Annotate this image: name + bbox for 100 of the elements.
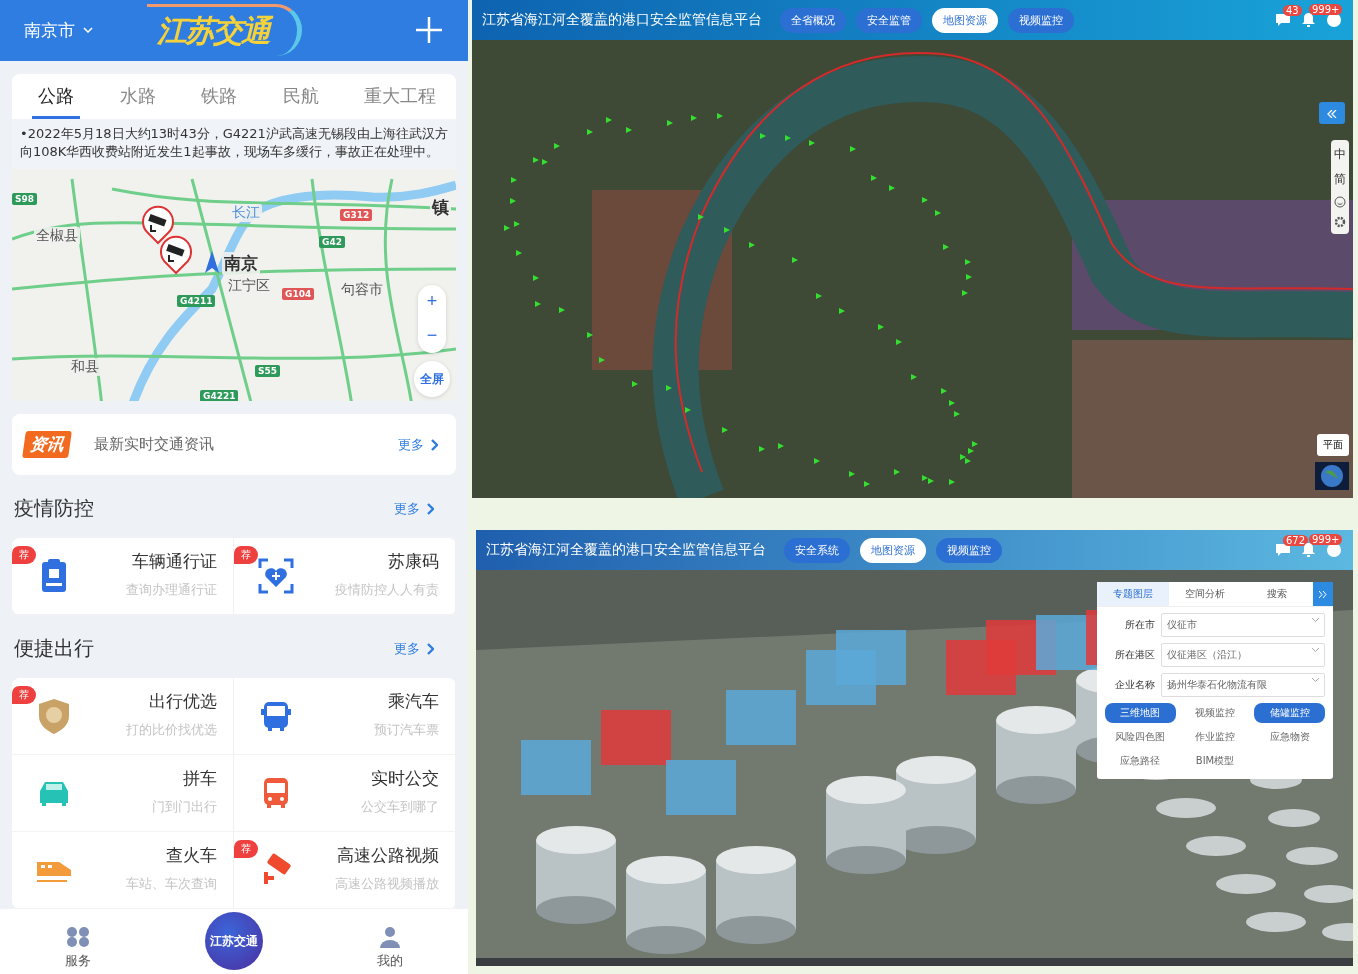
road-shield: G312 (340, 208, 373, 221)
layer-toggle[interactable]: 视频监控 (1179, 703, 1251, 723)
nav-item[interactable]: 服务 (48, 926, 109, 970)
layer-toggle[interactable]: 应急物资 (1254, 727, 1325, 747)
more-link[interactable]: 更多 (398, 435, 438, 454)
nav-button[interactable]: 视频监控 (936, 537, 1002, 563)
map-label: 江宁区 (226, 276, 272, 295)
recommend-badge: 荐 (12, 686, 36, 705)
category-tab[interactable]: 民航 (276, 79, 325, 119)
chevron-right-icon (426, 642, 434, 655)
city-selector[interactable]: 南京市 (24, 18, 93, 42)
layer-toggle[interactable]: 应急路径 (1105, 751, 1176, 771)
panel-tab[interactable]: 专题图层 (1097, 582, 1169, 606)
select-field[interactable]: 仪征市 (1161, 613, 1325, 637)
double-chevron-icon (1327, 109, 1337, 118)
service-title: 实时公交 (371, 767, 439, 791)
heart-scan-icon (256, 556, 296, 597)
road-shield: G4221 (200, 389, 239, 402)
bell-icon[interactable] (1302, 543, 1315, 557)
category-tab[interactable]: 重大工程 (358, 79, 442, 119)
news-title: 最新实时交通资讯 (94, 435, 215, 455)
service-title: 车辆通行证 (132, 550, 217, 574)
collapse-button[interactable] (1313, 582, 1333, 606)
count-badge: 43 (1283, 4, 1302, 16)
news-card[interactable]: 资讯 最新实时交通资讯 更多 (12, 414, 456, 476)
double-chevron-icon (1319, 590, 1327, 598)
chevron-right-icon (430, 438, 438, 451)
grid-icon (66, 926, 91, 948)
toolbar-button[interactable]: 简 (1334, 171, 1346, 188)
select-field[interactable]: 扬州华泰石化物流有限 (1161, 673, 1325, 697)
service-subtitle: 高速公路视频播放 (335, 875, 439, 894)
service-title: 出行优选 (149, 690, 217, 714)
more-link[interactable]: 更多 (394, 639, 434, 658)
chevron-right-icon (426, 502, 434, 515)
user-avatar-icon[interactable] (1327, 13, 1341, 27)
person-icon (378, 926, 401, 948)
service-subtitle: 车站、车次查询 (126, 875, 217, 894)
map-label: 南京 (222, 251, 260, 275)
road-shield: G42 (319, 235, 345, 248)
message-icon[interactable] (1276, 543, 1290, 557)
count-badge: 999+ (1309, 534, 1343, 545)
message-icon[interactable] (1276, 13, 1290, 27)
fullscreen-button[interactable]: 全屏 (414, 361, 450, 398)
home-button[interactable]: 江苏交通 (205, 912, 263, 970)
camera-pin-icon[interactable] (140, 204, 176, 245)
count-badge: 672 (1283, 534, 1309, 546)
nav-button[interactable]: 地图资源 (932, 7, 998, 33)
recommend-badge: 荐 (234, 840, 258, 859)
category-tab[interactable]: 水路 (113, 79, 162, 119)
toolbar-button[interactable]: 中 (1334, 146, 1346, 163)
service-title: 查火车 (166, 844, 217, 868)
field-label: 所在港区 (1114, 648, 1155, 662)
chevron-down-icon (1312, 648, 1319, 652)
app-logo: 江苏交通 (147, 4, 302, 57)
gear-icon[interactable] (1334, 216, 1346, 228)
nav-button[interactable]: 地图资源 (860, 537, 926, 563)
globe-icon[interactable] (1315, 462, 1349, 490)
map-label: 长江 (230, 203, 262, 222)
nav-button[interactable]: 全省概况 (780, 7, 846, 33)
more-link[interactable]: 更多 (394, 499, 434, 518)
chevron-down-icon (1312, 618, 1319, 622)
section-title: 疫情防控 (14, 495, 94, 523)
service-item[interactable]: 实时公交 公交车到哪了 (234, 755, 456, 833)
user-avatar-icon[interactable] (1327, 543, 1341, 557)
nav-label: 服务 (65, 952, 92, 970)
category-tab[interactable]: 铁路 (195, 79, 243, 119)
field-label: 企业名称 (1114, 678, 1155, 692)
count-badge: 999+ (1309, 4, 1343, 15)
bell-icon[interactable] (1302, 13, 1315, 27)
map-label: 镇 (430, 195, 451, 219)
incident-notice: •2022年5月18日大约13时43分，G4221沪武高速无锡段由上海往武汉方向108K华西收费站附近发生1起事故，现场车多缓行，事故正在处理中。 (12, 118, 456, 169)
service-title: 高速公路视频 (337, 844, 439, 868)
nav-button[interactable]: 安全监管 (856, 7, 922, 33)
camera-pin-icon[interactable] (158, 234, 194, 275)
chevron-down-icon (1312, 678, 1319, 682)
view-toggle-button[interactable]: 平面 (1317, 434, 1349, 456)
service-title: 苏康码 (388, 550, 439, 574)
nav-button[interactable]: 安全系统 (784, 537, 850, 563)
layer-toggle[interactable]: 风险四色图 (1105, 727, 1176, 747)
collapse-button[interactable] (1319, 102, 1345, 124)
zoom-in-button[interactable]: + (418, 284, 446, 319)
nav-item[interactable]: 我的 (359, 926, 420, 970)
map-label: 全椒县 (34, 226, 80, 245)
road-shield: G4211 (177, 294, 216, 307)
service-subtitle: 公交车到哪了 (361, 798, 439, 817)
plus-icon[interactable] (416, 17, 442, 44)
road-map[interactable]: •2022年5月18日大约13时43分，G4221沪武高速无锡段由上海往武汉方向108K华西收费站附近发生1起事故，现场车多缓行，事故正在处理中。 S98 长江 G312 镇 全椒县 G42 南京 江宁区 G104 句容市 G4211 和县 S55 G4221 + − 全屏 (12, 118, 456, 402)
road-shield: S55 (255, 364, 280, 377)
layer-toggle[interactable]: BIM模型 (1179, 751, 1251, 771)
map-label: 句容市 (339, 280, 385, 299)
nav-button[interactable]: 视频监控 (1008, 7, 1074, 33)
layer-toggle[interactable]: 三维地图 (1105, 703, 1176, 723)
location-arrow-icon (205, 250, 219, 273)
smile-icon[interactable] (1334, 196, 1346, 208)
recommend-badge: 荐 (234, 546, 258, 565)
select-field[interactable]: 仪征港区（沿江） (1161, 643, 1325, 667)
layer-toggle[interactable]: 作业监控 (1179, 727, 1251, 747)
platform-title: 江苏省海江河全覆盖的港口安全监管信息平台 (482, 11, 762, 29)
layer-toggle[interactable]: 储罐监控 (1254, 703, 1325, 723)
zoom-out-button[interactable]: − (418, 318, 446, 353)
